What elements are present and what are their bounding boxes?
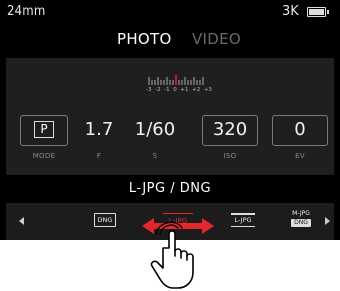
file-format-title: L-JPG / DNG	[128, 181, 212, 196]
ev-label: -1	[164, 87, 170, 93]
scroll-right-arrow-icon[interactable]	[325, 217, 330, 225]
battery-icon	[307, 7, 329, 17]
format-dng-option[interactable]: DNG	[94, 213, 116, 227]
format-mjpg-label: M-JPG	[292, 210, 310, 217]
iso-value: 320	[212, 119, 248, 140]
camera-screen: 24mm 3K PHOTO VIDEO -3 -2 -1 0 +1 +2 +3 …	[0, 0, 340, 240]
ev-label: 0	[173, 87, 177, 93]
aperture-label: F	[96, 152, 102, 160]
ev-value: 0	[294, 119, 306, 140]
ev-label: -3	[146, 87, 152, 93]
swipe-hand-icon	[142, 218, 214, 289]
format-mjpg-dng-label: DNG	[291, 219, 311, 227]
tab-photo[interactable]: PHOTO	[117, 30, 172, 48]
shutter-speed-label: S	[152, 152, 158, 160]
tab-video[interactable]: VIDEO	[192, 30, 241, 48]
ev-label: EV	[295, 152, 305, 160]
format-mjpg-dng-option[interactable]: M-JPG DNG	[291, 210, 311, 230]
ev-label: +2	[192, 87, 201, 93]
shutter-speed-value[interactable]: 1/60	[132, 119, 178, 140]
ev-scale-icon	[148, 75, 204, 85]
iso-label: ISO	[223, 152, 237, 160]
ev-label: +3	[203, 87, 212, 93]
video-resolution-readout: 3K	[282, 4, 299, 19]
ev-label: -2	[155, 87, 161, 93]
program-mode-icon: P	[34, 121, 54, 138]
aperture-value[interactable]: 1.7	[84, 119, 114, 140]
ev-label: +1	[180, 87, 189, 93]
focal-length-readout: 24mm	[7, 4, 46, 19]
format-ljpg-option[interactable]: L-JPG	[231, 213, 255, 227]
mode-label: MODE	[32, 152, 56, 160]
ev-scale-labels: -3 -2 -1 0 +1 +2 +3	[146, 87, 212, 93]
scroll-left-arrow-icon[interactable]	[19, 217, 24, 225]
